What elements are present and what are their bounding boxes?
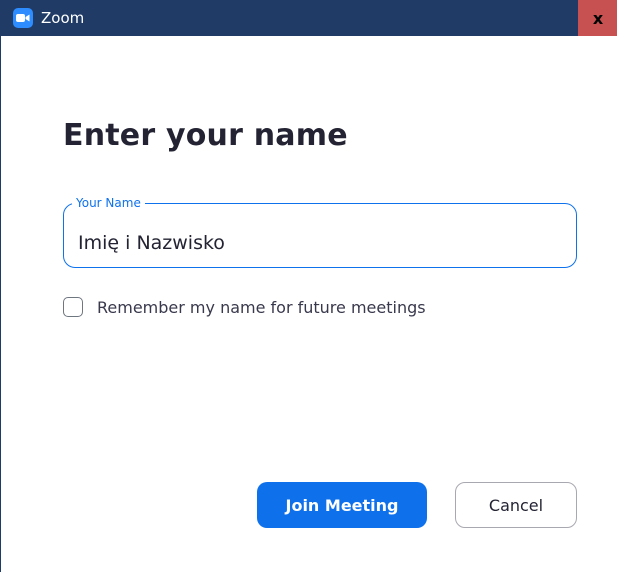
name-field-label: Your Name (76, 196, 141, 210)
dialog-heading: Enter your name (63, 118, 348, 153)
cancel-button[interactable]: Cancel (455, 482, 577, 528)
join-meeting-button[interactable]: Join Meeting (257, 482, 427, 528)
name-input[interactable] (78, 232, 558, 254)
window-title: Zoom (41, 9, 85, 27)
remember-name-label: Remember my name for future meetings (97, 297, 426, 317)
remember-name-row[interactable]: Remember my name for future meetings (63, 297, 426, 317)
zoom-window: Zoom x Enter your name Your Name Remembe… (0, 0, 617, 572)
close-button[interactable]: x (578, 0, 617, 36)
close-icon: x (592, 8, 604, 28)
title-bar: Zoom x (1, 0, 617, 36)
name-field: Your Name (63, 196, 577, 268)
zoom-camera-icon (13, 8, 33, 28)
remember-name-checkbox[interactable] (63, 297, 83, 317)
